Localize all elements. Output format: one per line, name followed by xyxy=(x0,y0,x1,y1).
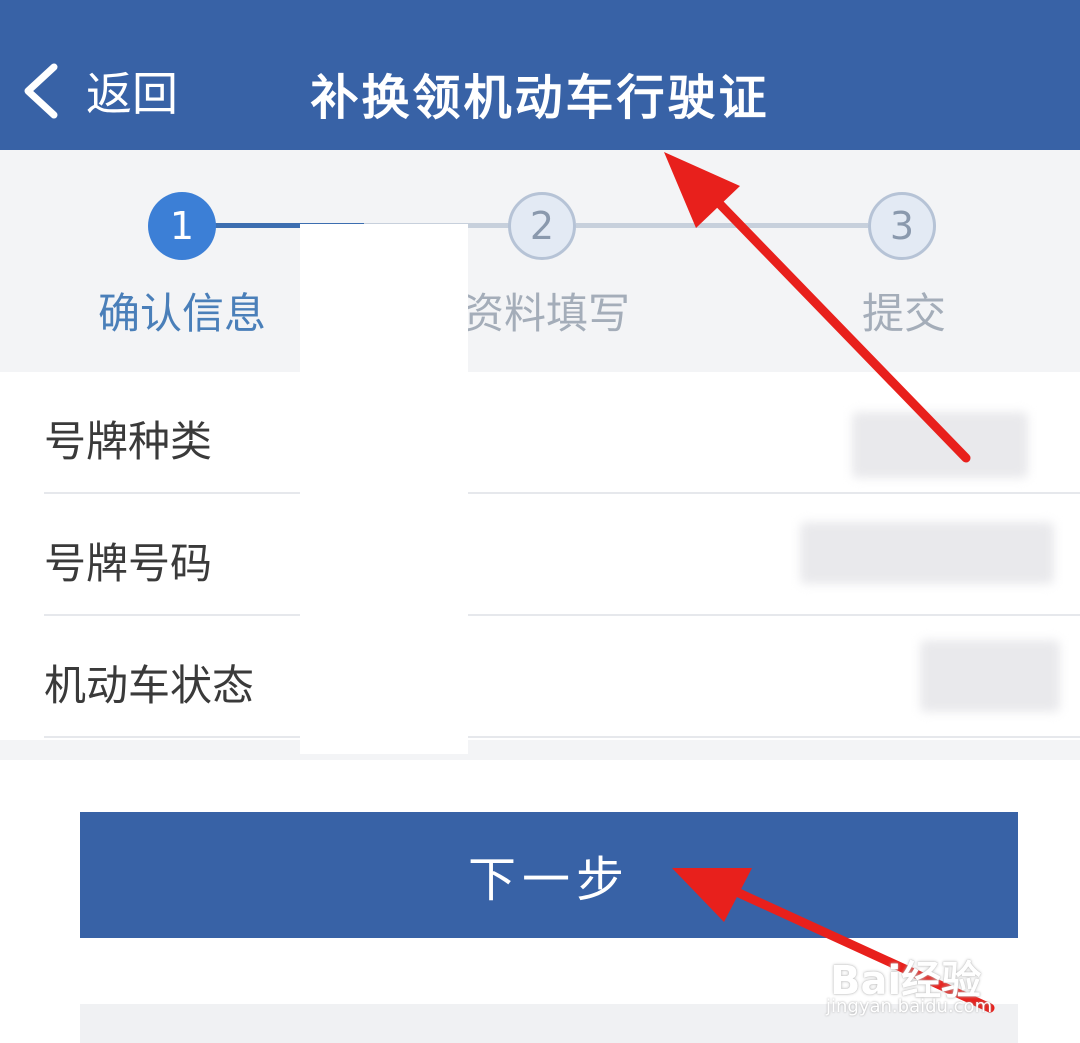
page-title: 补换领机动车行驶证 xyxy=(310,70,770,126)
step-3-circle: 3 xyxy=(868,192,936,260)
next-step-button[interactable]: 下一步 xyxy=(80,812,1018,938)
step-2-circle: 2 xyxy=(508,192,576,260)
step-indicator: 1 2 3 确认信息 资料填写 提交 xyxy=(0,150,1080,372)
plate-number-label: 号牌号码 xyxy=(44,539,213,588)
watermark-url: jingyan.baidu.com xyxy=(826,996,993,1017)
list-item: 号牌号码 xyxy=(0,494,1080,616)
blurred-value xyxy=(800,522,1054,584)
vehicle-info-list: 号牌种类 号牌号码 机动车状态 xyxy=(0,372,1080,740)
list-item: 号牌种类 xyxy=(0,372,1080,494)
step-3-label: 提交 xyxy=(862,289,947,338)
plate-type-label: 号牌种类 xyxy=(44,417,213,466)
baidu-jingyan-watermark: Bai经验 jingyan.baidu.com xyxy=(826,940,1026,1025)
back-label: 返回 xyxy=(86,67,178,121)
top-nav-bar: 返回 补换领机动车行驶证 xyxy=(0,0,1080,150)
chevron-left-icon xyxy=(24,63,58,119)
blurred-value xyxy=(852,412,1028,478)
back-button[interactable]: 返回 xyxy=(18,56,178,126)
blurred-value xyxy=(920,640,1060,712)
redaction-mask xyxy=(300,224,468,754)
step-2-label: 资料填写 xyxy=(462,289,631,338)
vehicle-status-label: 机动车状态 xyxy=(44,661,255,710)
divider xyxy=(44,736,1080,738)
step-connector xyxy=(576,223,868,228)
step-1-label: 确认信息 xyxy=(98,289,267,338)
step-1-circle: 1 xyxy=(148,192,216,260)
list-item: 机动车状态 xyxy=(0,616,1080,738)
